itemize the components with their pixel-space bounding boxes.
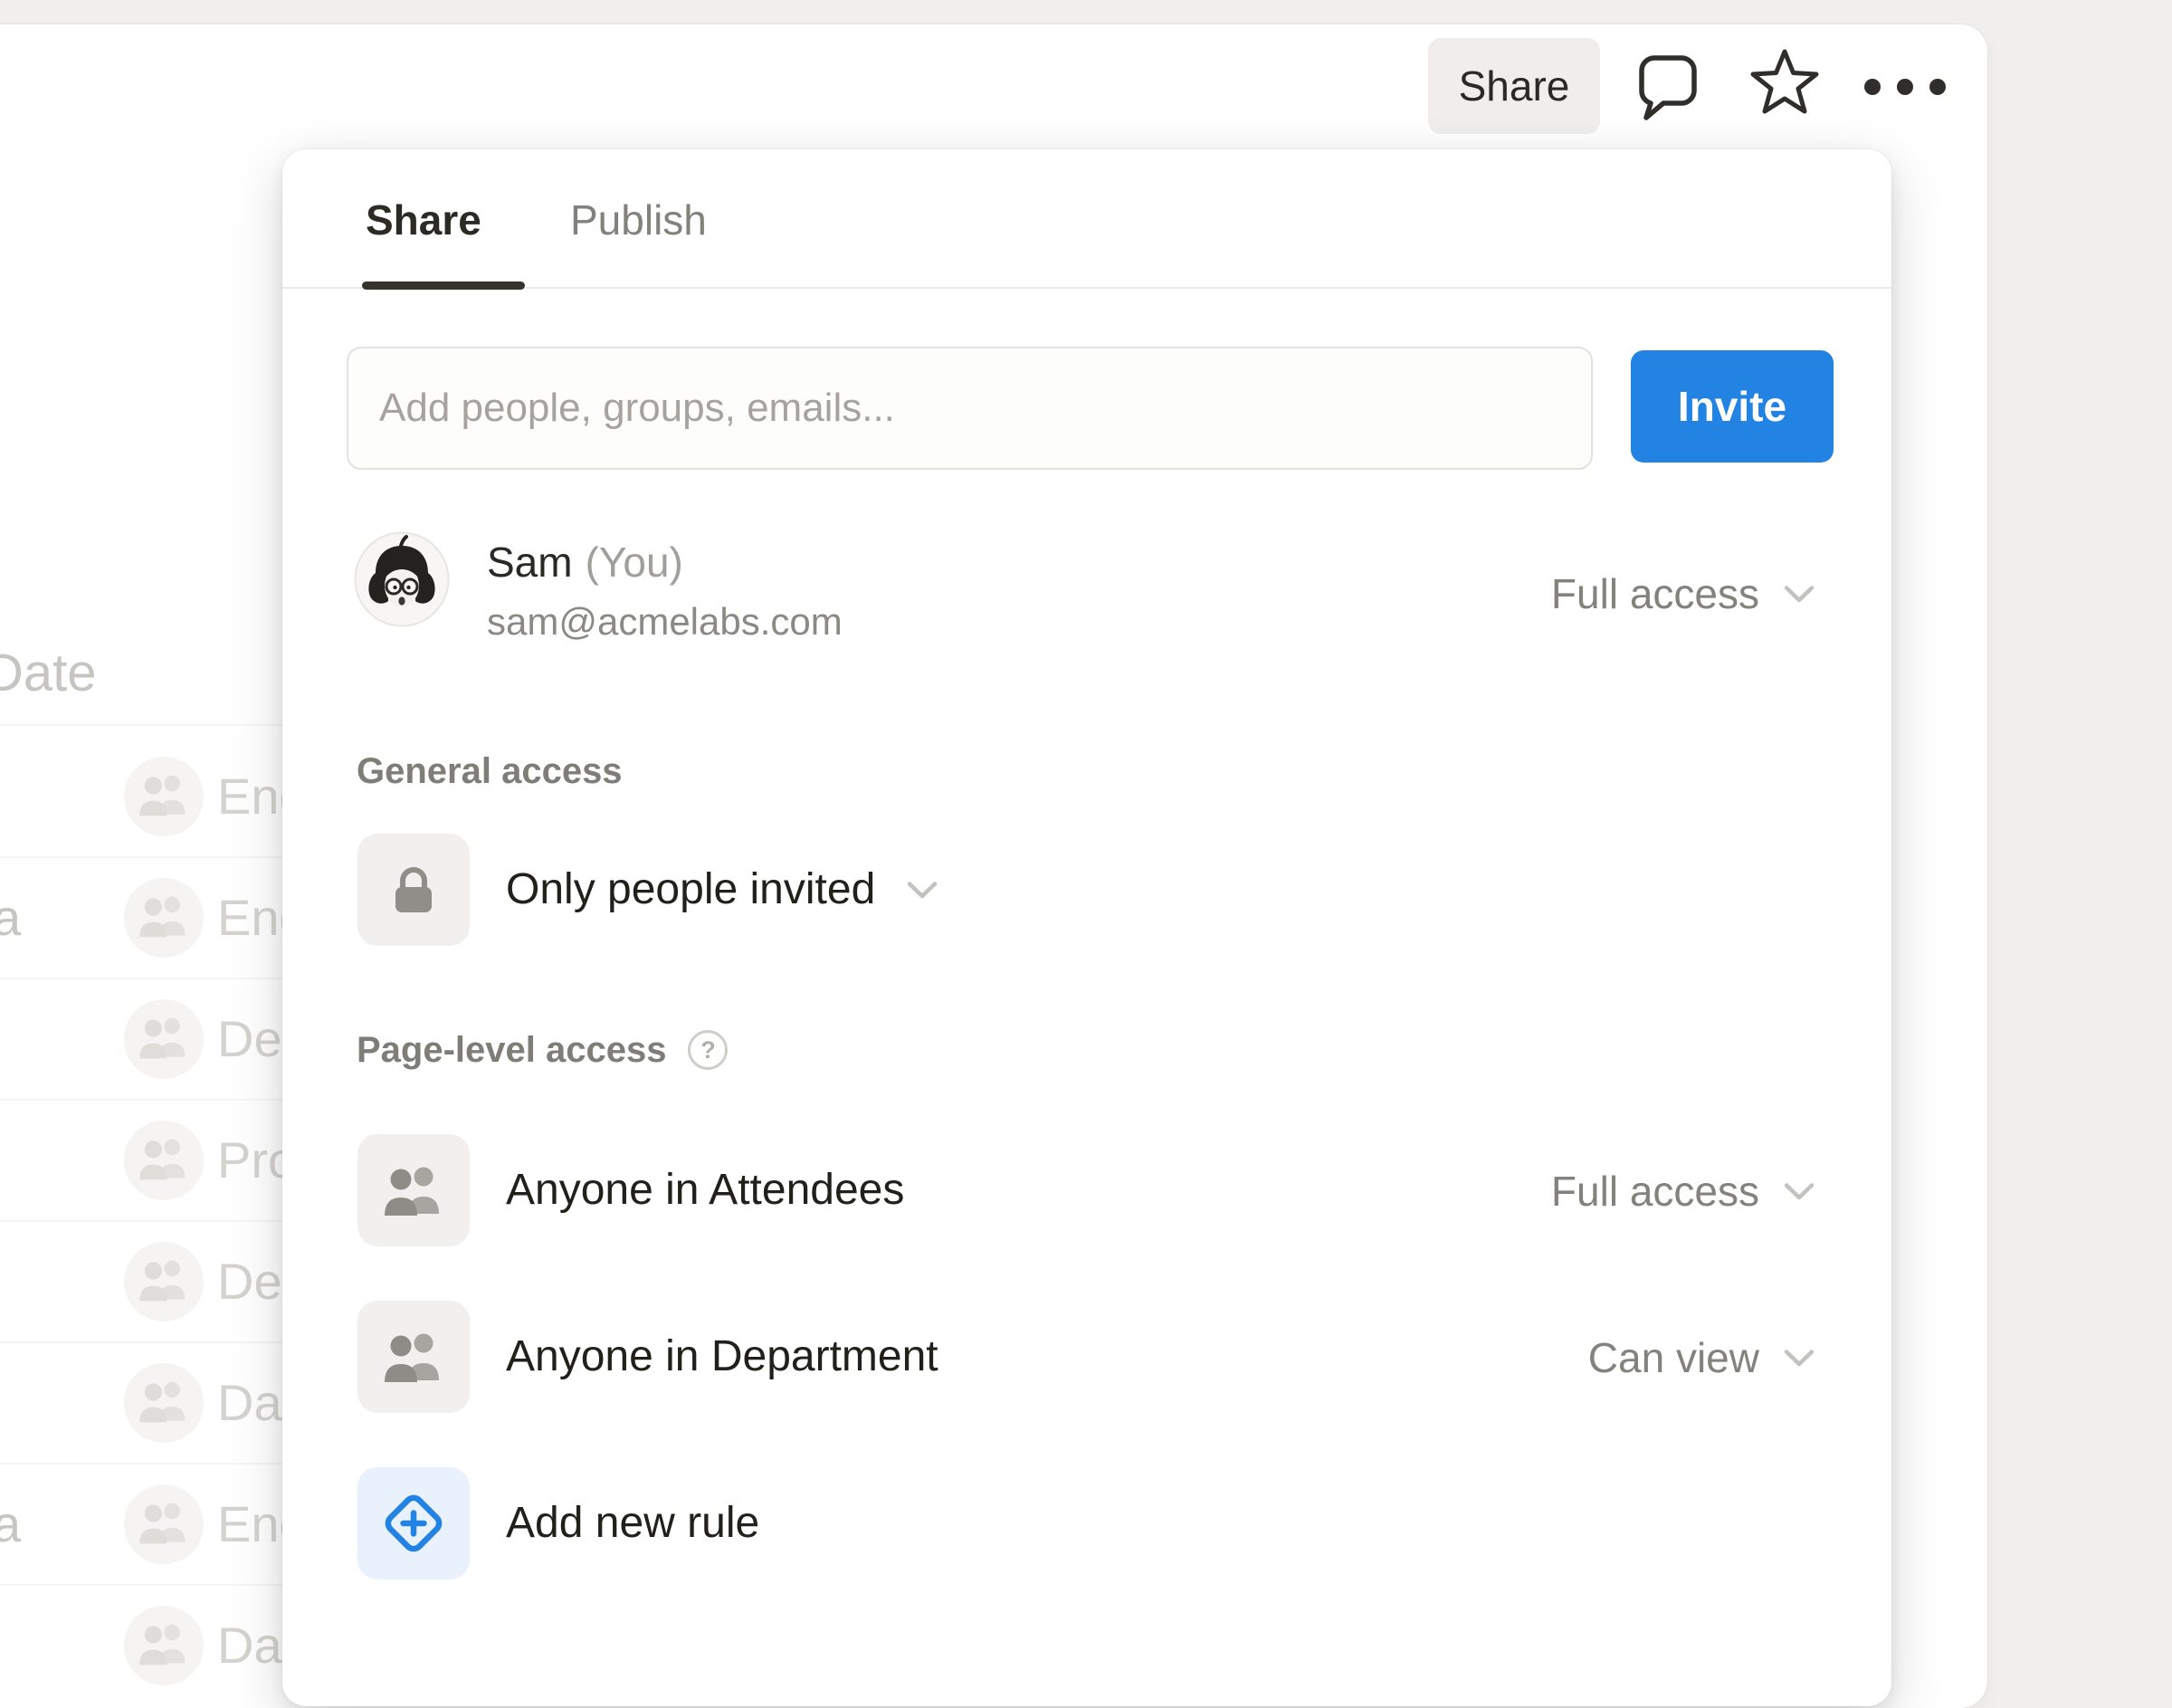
people-icon — [357, 1301, 470, 1413]
attendees-access-dropdown[interactable]: Full access — [1551, 1165, 1815, 1217]
share-button[interactable]: Share — [1428, 38, 1600, 134]
diamond-plus-icon — [357, 1467, 470, 1579]
chevron-down-icon — [1783, 1348, 1815, 1369]
owner-access-value: Full access — [1551, 568, 1759, 620]
more-options-icon[interactable] — [1862, 78, 1948, 96]
chevron-down-icon — [906, 880, 938, 901]
add-new-rule-button[interactable]: Add new rule — [357, 1467, 759, 1579]
chevron-down-icon — [1783, 584, 1815, 605]
page-level-access-heading: Page-level access ? — [357, 1027, 728, 1073]
tab-share[interactable]: Share — [366, 193, 481, 247]
member-you-suffix: (You) — [586, 539, 683, 586]
invite-button[interactable]: Invite — [1631, 350, 1834, 463]
help-icon[interactable]: ? — [688, 1030, 728, 1070]
department-access-dropdown[interactable]: Can view — [1588, 1331, 1815, 1384]
avatar — [354, 531, 450, 627]
attendees-access-value: Full access — [1551, 1165, 1759, 1217]
comment-icon[interactable] — [1633, 51, 1703, 123]
rule-row-department[interactable]: Anyone in Department — [357, 1301, 938, 1413]
add-people-input[interactable] — [347, 347, 1593, 470]
people-icon — [357, 1134, 470, 1246]
star-icon[interactable] — [1748, 45, 1821, 118]
tab-publish[interactable]: Publish — [570, 193, 707, 247]
owner-access-dropdown[interactable]: Full access — [1551, 568, 1815, 620]
lock-icon — [357, 834, 470, 946]
chevron-down-icon — [1783, 1181, 1815, 1202]
member-email: sam@acmelabs.com — [487, 598, 843, 645]
active-tab-indicator — [362, 281, 525, 290]
rule-row-attendees[interactable]: Anyone in Attendees — [357, 1134, 904, 1246]
general-access-heading: General access — [357, 749, 623, 794]
general-access-dropdown[interactable]: Only people invited — [357, 834, 938, 946]
share-dialog: Share Publish Invite Sam(You) sam@acmela… — [282, 149, 1891, 1706]
department-access-value: Can view — [1588, 1331, 1759, 1384]
member-name: Sam(You) — [487, 537, 683, 587]
